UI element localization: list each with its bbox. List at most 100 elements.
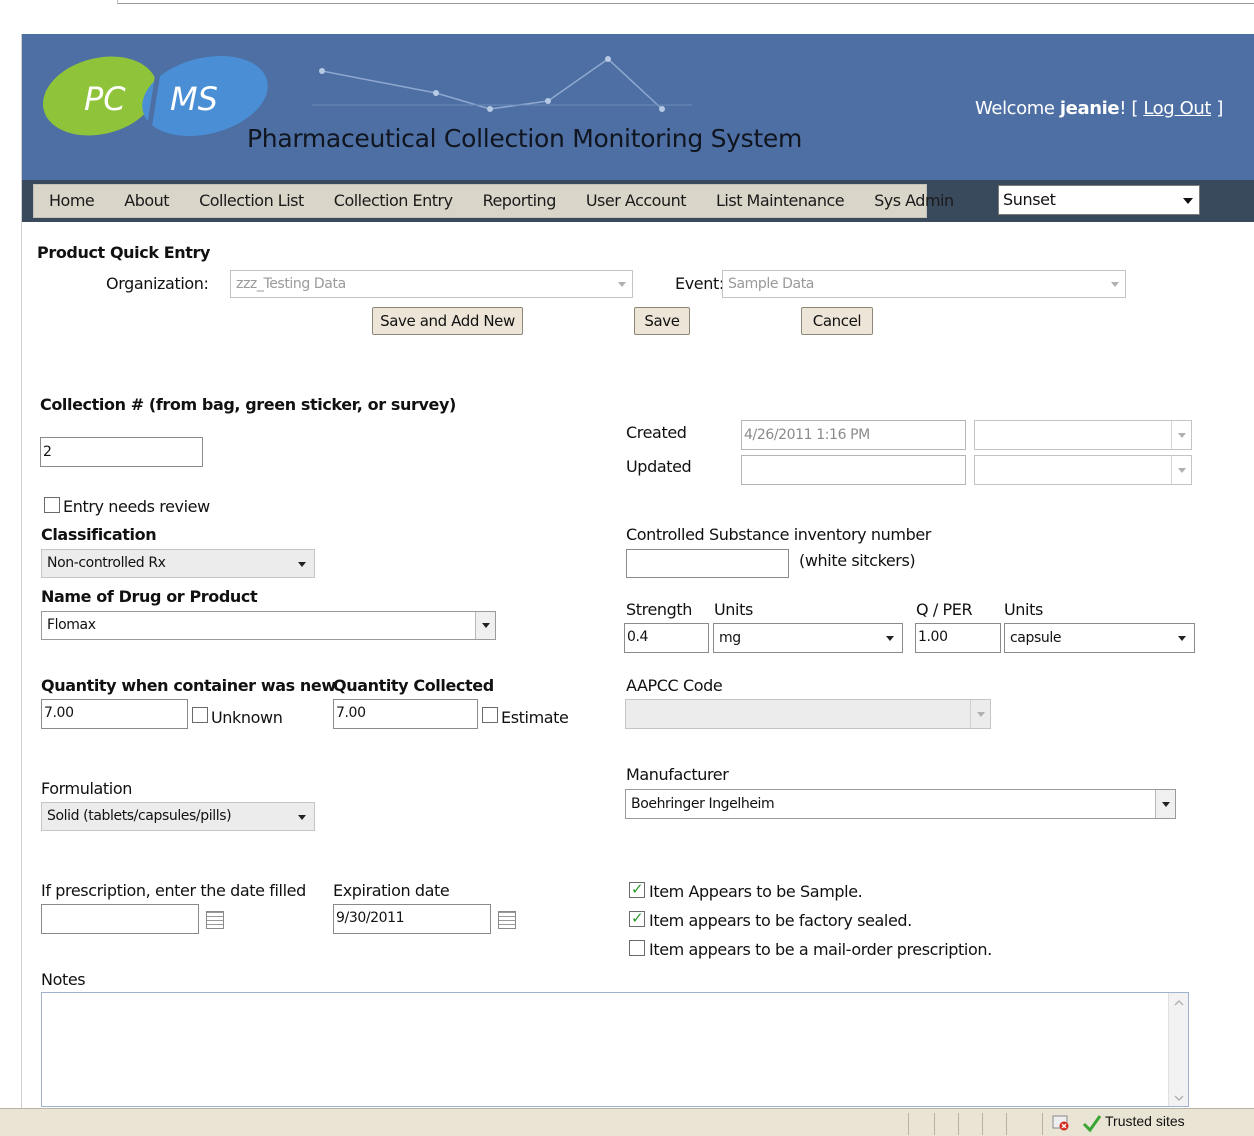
created-input: 4/26/2011 1:16 PM [741, 420, 966, 450]
nav-home[interactable]: Home [34, 184, 109, 218]
site-select[interactable]: Sunset [998, 185, 1200, 215]
scroll-up-icon[interactable] [1174, 999, 1184, 1007]
nav-reporting[interactable]: Reporting [468, 184, 571, 218]
page: PC MS Pharmaceutical Collection Monitori… [21, 34, 1254, 1136]
mail-order-checkbox[interactable] [629, 940, 645, 956]
notes-scrollbar[interactable] [1168, 993, 1188, 1106]
cancel-button[interactable]: Cancel [801, 307, 873, 335]
pcms-logo: PC MS [42, 56, 268, 137]
collection-number-label: Collection # (from bag, green sticker, o… [40, 395, 456, 414]
formulation-select[interactable]: Solid (tablets/capsules/pills) [41, 802, 315, 831]
manufacturer-combobox[interactable]: Boehringer Ingelheim [625, 789, 1176, 819]
strength-label: Strength [626, 600, 693, 619]
browser-tab-stub [0, 0, 118, 4]
cs-inventory-label: Controlled Substance inventory number [626, 525, 931, 544]
event-select[interactable]: Sample Data [722, 270, 1126, 298]
drug-dropdown-button[interactable] [475, 612, 495, 639]
status-divider [1042, 1113, 1043, 1135]
mail-order-label: Item appears to be a mail-order prescrip… [649, 940, 992, 959]
nav-list-maintenance[interactable]: List Maintenance [701, 184, 859, 218]
classification-select[interactable]: Non-controlled Rx [41, 549, 315, 578]
units-select[interactable]: mg [713, 623, 903, 653]
needs-review-label: Entry needs review [63, 497, 210, 516]
status-divider [1006, 1113, 1007, 1135]
nav-collection-list[interactable]: Collection List [184, 184, 319, 218]
units2-select[interactable]: capsule [1004, 623, 1195, 653]
estimate-checkbox[interactable] [482, 707, 498, 723]
strength-input[interactable]: 0.4 [624, 623, 709, 653]
sample-checkbox[interactable] [629, 880, 645, 898]
chevron-down-icon [886, 636, 894, 641]
cs-inventory-input[interactable] [626, 549, 789, 578]
browser-top-edge [0, 0, 1254, 4]
updated-by-dropdown [1171, 456, 1191, 484]
created-label: Created [626, 423, 687, 442]
site-select-value: Sunset [1003, 190, 1056, 209]
chevron-down-icon [1162, 802, 1170, 807]
factory-sealed-checkbox[interactable] [629, 909, 645, 927]
chevron-down-icon [298, 815, 306, 820]
quick-entry-title: Product Quick Entry [37, 243, 211, 262]
chevron-down-icon [618, 282, 626, 287]
aapcc-dropdown[interactable] [970, 700, 990, 728]
created-by-dropdown [1171, 421, 1191, 449]
welcome-message: Welcome jeanie! [ Log Out ] [975, 98, 1223, 119]
manufacturer-label: Manufacturer [626, 765, 729, 784]
calendar-icon[interactable] [206, 911, 224, 929]
main-nav: Home About Collection List Collection En… [33, 184, 954, 218]
chevron-down-icon [1178, 468, 1186, 473]
svg-text:MS: MS [170, 80, 218, 118]
nav-sys-admin[interactable]: Sys Admin [859, 184, 969, 218]
notes-label: Notes [41, 970, 86, 989]
nav-band: Home About Collection List Collection En… [22, 180, 1254, 222]
unknown-checkbox[interactable] [192, 707, 208, 723]
classification-label: Classification [41, 525, 157, 544]
chevron-down-icon [1178, 636, 1186, 641]
username: jeanie [1059, 98, 1120, 119]
qty-new-label: Quantity when container was new [41, 676, 336, 695]
logout-link[interactable]: Log Out [1143, 98, 1211, 119]
chevron-down-icon [1111, 282, 1119, 287]
qper-label: Q / PER [916, 600, 973, 619]
formulation-label: Formulation [41, 779, 132, 798]
cs-inventory-note: (white sitckers) [799, 551, 916, 570]
notes-textarea[interactable] [41, 992, 1189, 1107]
updated-by-select [974, 455, 1192, 485]
status-divider [908, 1113, 909, 1135]
qty-new-input[interactable]: 7.00 [41, 699, 188, 729]
qty-collected-input[interactable]: 7.00 [333, 699, 478, 729]
scroll-down-icon[interactable] [1174, 1094, 1184, 1102]
blocked-content-icon[interactable] [1052, 1115, 1070, 1131]
organization-select[interactable]: zzz_Testing Data [230, 270, 633, 298]
chevron-down-icon [298, 562, 306, 567]
expiration-date-input[interactable]: 9/30/2011 [333, 904, 491, 934]
nav-about[interactable]: About [109, 184, 184, 218]
nav-collection-entry[interactable]: Collection Entry [319, 184, 468, 218]
calendar-icon[interactable] [498, 911, 516, 929]
rx-date-label: If prescription, enter the date filled [41, 881, 306, 900]
organization-label: Organization: [106, 274, 209, 293]
nav-user-account[interactable]: User Account [571, 184, 701, 218]
aapcc-label: AAPCC Code [626, 676, 723, 695]
site-header: PC MS Pharmaceutical Collection Monitori… [22, 34, 1254, 180]
qty-collected-label: Quantity Collected [333, 676, 494, 695]
browser-status-bar: Trusted sites [0, 1108, 1254, 1136]
estimate-label: Estimate [501, 708, 569, 727]
chevron-down-icon [977, 712, 985, 717]
chevron-down-icon [482, 623, 490, 628]
manufacturer-dropdown-button[interactable] [1155, 790, 1175, 818]
drug-name-combobox[interactable]: Flomax [41, 611, 496, 640]
needs-review-checkbox[interactable] [44, 497, 60, 513]
collection-number-input[interactable]: 2 [40, 437, 203, 467]
chevron-down-icon [1183, 198, 1193, 204]
status-divider [982, 1113, 983, 1135]
save-button[interactable]: Save [634, 307, 690, 335]
app-title: Pharmaceutical Collection Monitoring Sys… [247, 124, 802, 153]
updated-input [741, 455, 966, 485]
aapcc-select[interactable] [625, 699, 991, 729]
sample-label: Item Appears to be Sample. [649, 882, 863, 901]
qper-input[interactable]: 1.00 [915, 623, 1001, 653]
save-and-add-new-button[interactable]: Save and Add New [372, 307, 523, 335]
factory-sealed-label: Item appears to be factory sealed. [649, 911, 912, 930]
rx-date-input[interactable] [41, 904, 199, 934]
